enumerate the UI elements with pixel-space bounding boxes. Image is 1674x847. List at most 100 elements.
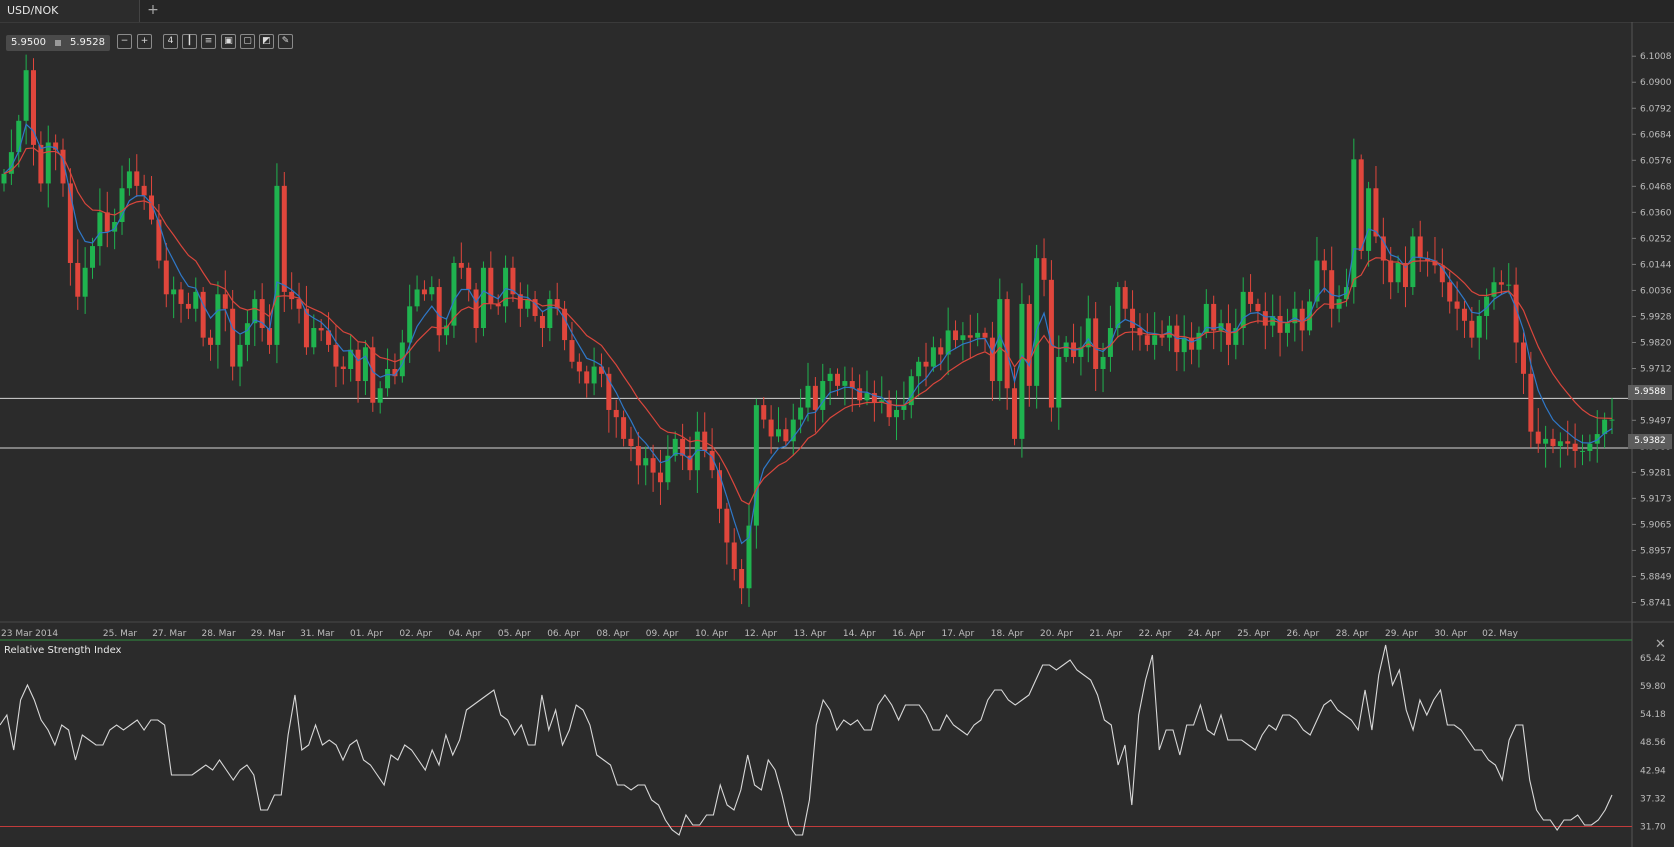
candle-body <box>1063 342 1069 357</box>
candle-body <box>156 219 162 261</box>
time-tick-label: 22. Apr <box>1139 629 1172 639</box>
candle-body <box>1115 287 1121 329</box>
time-tick-label: 01. Apr <box>350 629 383 639</box>
candle-body <box>680 438 686 456</box>
candle-body <box>1373 188 1379 237</box>
price-tick-label: 5.8957 <box>1640 546 1672 556</box>
candle-body <box>753 405 759 526</box>
candle-body <box>761 405 767 420</box>
candle-body <box>23 70 29 121</box>
candle-body <box>1248 291 1254 304</box>
price-tick-label: 6.0144 <box>1640 260 1672 270</box>
candle-body <box>163 260 169 295</box>
candle-body <box>539 315 545 329</box>
candle-body <box>1152 335 1158 345</box>
candle-body <box>1535 431 1541 444</box>
candle-body <box>1211 303 1217 331</box>
candle-body <box>377 388 383 403</box>
candle-body <box>1299 308 1305 331</box>
candle-body <box>488 267 494 304</box>
candle-body <box>222 294 228 309</box>
price-tick-label: 5.9281 <box>1640 468 1672 478</box>
candle-body <box>960 335 966 341</box>
time-tick-label: 08. Apr <box>596 629 629 639</box>
time-tick-label: 25. Mar <box>103 629 137 639</box>
price-tick-label: 5.9497 <box>1640 416 1672 426</box>
time-tick-label: 24. Apr <box>1188 629 1221 639</box>
time-tick-label: 13. Apr <box>794 629 827 639</box>
candle-body <box>230 308 236 367</box>
candle-body <box>1329 270 1335 309</box>
candle-body <box>657 472 663 483</box>
candle-body <box>569 340 575 362</box>
candle-body <box>576 361 582 372</box>
upper-line-price-badge: 5.9588 <box>1628 385 1672 400</box>
candle-body <box>1520 342 1526 374</box>
candle-body <box>1093 318 1099 369</box>
candle-body <box>1240 291 1246 329</box>
close-indicator-icon[interactable]: ✕ <box>1655 637 1666 652</box>
time-tick-label: 18. Apr <box>991 629 1024 639</box>
candle-body <box>1447 282 1453 302</box>
candle-body <box>1461 308 1467 321</box>
candle-body <box>134 171 140 186</box>
candle-body <box>1380 236 1386 261</box>
candle-body <box>1528 373 1534 432</box>
candle-body <box>281 185 287 292</box>
candle-body <box>1056 356 1062 408</box>
candle-body <box>805 385 811 408</box>
candle-body <box>97 212 103 247</box>
candle-body <box>643 458 649 466</box>
price-tick-label: 6.0900 <box>1640 78 1672 88</box>
candle-body <box>1130 308 1136 329</box>
rsi-title: Relative Strength Index <box>4 645 122 656</box>
candle-body <box>1100 356 1106 369</box>
candle-body <box>1137 328 1143 336</box>
candle-body <box>185 303 191 309</box>
candle-body <box>1572 443 1578 451</box>
candle-body <box>783 429 789 442</box>
time-tick-label: 28. Mar <box>201 629 235 639</box>
candle-body <box>208 337 214 345</box>
candle-body <box>1543 438 1549 444</box>
candle-body <box>724 508 730 543</box>
candle-body <box>650 458 656 473</box>
candle-body <box>1034 258 1040 386</box>
candle-body <box>1085 318 1091 348</box>
candle-body <box>1351 159 1357 288</box>
candle-body <box>370 347 376 403</box>
time-tick-label: 26. Apr <box>1286 629 1319 639</box>
price-tick-label: 6.0468 <box>1640 182 1672 192</box>
chart-canvas[interactable]: 6.1008 6.0900 6.0792 6.0684 6.0576 6.0468 6.03… <box>0 0 1674 847</box>
candle-body <box>835 373 841 386</box>
candle-body <box>480 267 486 329</box>
candle-body <box>193 291 199 309</box>
time-tick-label: 14. Apr <box>843 629 876 639</box>
candle-body <box>119 188 125 222</box>
candle-body <box>1277 315 1283 333</box>
rsi-tick-label: 54.18 <box>1640 710 1666 720</box>
candle-body <box>318 328 324 331</box>
candle-body <box>75 262 81 297</box>
time-tick-label: 20. Apr <box>1040 629 1073 639</box>
candle-body <box>1159 335 1165 338</box>
price-tick-label: 5.9712 <box>1640 365 1672 375</box>
time-tick-label: 29. Mar <box>251 629 285 639</box>
candle-body <box>1395 262 1401 283</box>
candle-body <box>975 332 981 338</box>
candle-body <box>857 388 863 401</box>
candle-body <box>930 347 936 367</box>
candle-body <box>894 409 900 418</box>
candle-body <box>171 289 177 295</box>
candle-body <box>1203 303 1209 333</box>
candle-body <box>340 366 346 369</box>
candle-body <box>938 347 944 355</box>
rsi-tick-label: 48.56 <box>1640 738 1666 748</box>
candle-body <box>916 361 922 377</box>
candle-body <box>1019 303 1025 439</box>
candle-body <box>820 381 826 410</box>
time-tick-label: 21. Apr <box>1089 629 1122 639</box>
rsi-line <box>0 644 1613 836</box>
time-tick-label: 17. Apr <box>941 629 974 639</box>
price-tick-label: 6.0360 <box>1640 208 1672 218</box>
